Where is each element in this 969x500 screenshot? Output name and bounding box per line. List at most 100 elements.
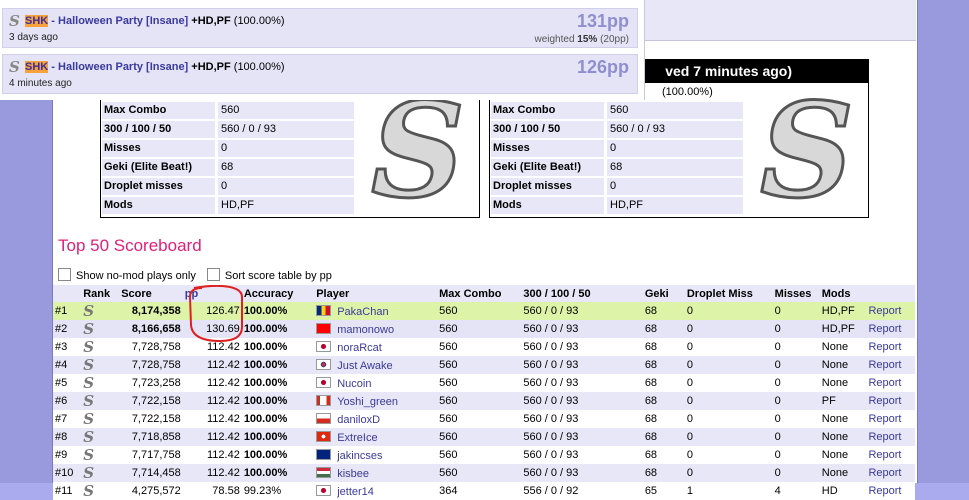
cell-misses: 0 — [772, 428, 820, 446]
cell-geki: 68 — [642, 374, 685, 392]
table-row: #7 S 7,722,158 112.42 100.00% daniloxD 560 560 … — [53, 410, 915, 428]
cell-player: Yoshi_green — [314, 392, 438, 410]
country-flag-icon — [316, 412, 332, 424]
cell-report: Report — [866, 392, 915, 410]
player-link[interactable]: ExtreIce — [337, 432, 377, 444]
cell-player: mamonowo — [314, 320, 438, 338]
song-link[interactable]: Halloween Party [Insane] — [58, 15, 188, 27]
stat-row: 300 / 100 / 50 560 / 0 / 93 — [491, 121, 743, 138]
cell-report: Report — [866, 428, 915, 446]
cell-acc: 100.00% — [241, 338, 315, 356]
stat-label: Max Combo — [102, 102, 215, 119]
cell-droplet: 0 — [684, 464, 773, 482]
player-link[interactable]: jakincses — [337, 450, 382, 462]
stat-value: 0 — [607, 178, 743, 195]
stat-row: Droplet misses 0 — [491, 178, 743, 195]
sort-pp-checkbox[interactable] — [206, 268, 220, 281]
rank-s-icon: S — [83, 410, 95, 428]
column-header: Mods — [819, 285, 867, 302]
cell-report: Report — [866, 302, 915, 320]
cell-pos: #11 — [53, 482, 82, 500]
player-link[interactable]: PakaChan — [337, 306, 388, 318]
column-header: Score — [119, 285, 183, 302]
report-link[interactable]: Report — [868, 395, 901, 407]
cell-pp: 112.42 — [182, 392, 242, 410]
cell-mods: None — [819, 356, 867, 374]
country-flag-icon — [316, 448, 332, 460]
report-link[interactable]: Report — [868, 413, 901, 425]
cell-pos: #10 — [53, 464, 82, 482]
cell-droplet: 0 — [684, 410, 773, 428]
cell-hits: 560 / 0 / 93 — [521, 338, 643, 356]
player-link[interactable]: Just Awake — [337, 360, 392, 372]
cell-combo: 560 — [437, 302, 522, 320]
player-link[interactable]: Yoshi_green — [337, 396, 398, 408]
cell-hits: 560 / 0 / 93 — [521, 428, 643, 446]
country-flag-icon — [316, 340, 332, 352]
rank-s-icon: S — [83, 338, 95, 356]
cell-report: Report — [866, 482, 915, 500]
stat-label: Max Combo — [491, 102, 604, 119]
country-flag-icon — [316, 484, 332, 496]
cell-report: Report — [866, 446, 915, 464]
player-link[interactable]: kisbee — [337, 468, 369, 480]
cell-acc: 99.23% — [241, 482, 315, 500]
cell-pos: #9 — [53, 446, 82, 464]
cell-droplet: 0 — [684, 374, 773, 392]
report-link[interactable]: Report — [868, 449, 901, 461]
column-header: Droplet Miss — [684, 285, 773, 302]
cell-score: 7,723,258 — [119, 374, 183, 392]
player-link[interactable]: mamonowo — [337, 324, 394, 336]
cell-pp: 112.42 — [182, 374, 242, 392]
table-row: #2 S 8,166,658 130.69 100.00% mamonowo 560 560 … — [53, 320, 915, 338]
report-link[interactable]: Report — [868, 359, 901, 371]
cell-pos: #8 — [53, 428, 82, 446]
cell-misses: 0 — [772, 338, 820, 356]
table-row: #6 S 7,722,158 112.42 100.00% Yoshi_green 560 5… — [53, 392, 915, 410]
top-play-entry[interactable]: S SHK - Halloween Party [Insane] +HD,PF … — [2, 8, 638, 48]
column-header: 300 / 100 / 50 — [521, 285, 643, 302]
nomod-checkbox[interactable] — [58, 268, 71, 281]
play-accuracy: (100.00%) — [230, 61, 285, 73]
cell-score: 8,166,658 — [119, 320, 183, 338]
cell-geki: 68 — [642, 356, 685, 374]
report-link[interactable]: Report — [868, 305, 901, 317]
cell-score: 7,714,458 — [119, 464, 183, 482]
player-link[interactable]: jetter14 — [337, 486, 374, 498]
report-link[interactable]: Report — [868, 341, 901, 353]
cell-mods: None — [819, 374, 867, 392]
cell-pp: 112.42 — [182, 428, 242, 446]
cell-report: Report — [866, 410, 915, 428]
cell-rank: S — [81, 464, 120, 482]
cell-geki: 68 — [642, 320, 685, 338]
cell-combo: 560 — [437, 374, 522, 392]
player-link[interactable]: noraRcat — [337, 342, 382, 354]
report-link[interactable]: Report — [868, 377, 901, 389]
rank-s-icon: S — [9, 58, 20, 76]
report-link[interactable]: Report — [868, 323, 901, 335]
report-link[interactable]: Report — [868, 431, 901, 443]
cell-droplet: 0 — [684, 320, 773, 338]
cell-rank: S — [81, 338, 120, 356]
table-row: #3 S 7,728,758 112.42 100.00% noraRcat 560 560 … — [53, 338, 915, 356]
cell-pos: #2 — [53, 320, 82, 338]
song-link[interactable]: Halloween Party [Insane] — [58, 61, 188, 73]
cell-rank: S — [81, 392, 120, 410]
player-link[interactable]: daniloxD — [337, 414, 380, 426]
cell-pos: #5 — [53, 374, 82, 392]
cell-droplet: 0 — [684, 446, 773, 464]
cell-pp: 112.42 — [182, 356, 242, 374]
cell-rank: S — [81, 374, 120, 392]
cell-droplet: 0 — [684, 356, 773, 374]
report-link[interactable]: Report — [868, 485, 901, 497]
cell-geki: 65 — [642, 482, 685, 500]
report-link[interactable]: Report — [868, 467, 901, 479]
rank-s-icon: S — [9, 12, 20, 30]
cell-acc: 100.00% — [241, 428, 315, 446]
country-flag-icon — [316, 322, 332, 334]
top-play-entry[interactable]: S SHK - Halloween Party [Insane] +HD,PF … — [2, 54, 638, 94]
cell-report: Report — [866, 374, 915, 392]
cell-score: 7,728,758 — [119, 356, 183, 374]
country-flag-icon — [316, 394, 332, 406]
player-link[interactable]: Nucoin — [337, 378, 371, 390]
